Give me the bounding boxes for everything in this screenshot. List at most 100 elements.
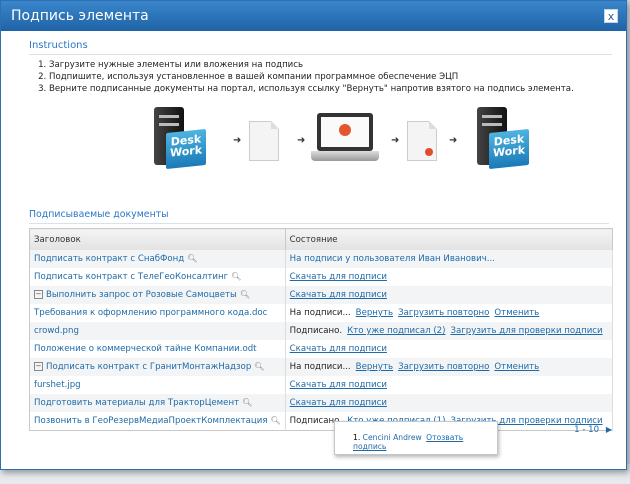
instructions-heading: Instructions: [29, 40, 88, 51]
search-icon[interactable]: 🔍︎: [187, 254, 197, 263]
status-text: На подписи...: [289, 362, 351, 372]
status-cell: Скачать для подписи: [285, 394, 613, 412]
title-cell: Положение о коммерческой тайне Компании.…: [29, 340, 286, 358]
collapse-icon[interactable]: −: [34, 362, 43, 371]
laptop-icon: [311, 113, 379, 169]
arrow-right-icon: ➜: [391, 135, 400, 146]
item-title-link[interactable]: Подписать контракт с СнабФонд: [34, 254, 184, 264]
instructions-list: Загрузите нужные элементы или вложения н…: [29, 59, 612, 95]
status-action-link[interactable]: Скачать для подписи: [290, 290, 387, 300]
status-cell: На подписи... Вернуть Загрузить повторно От…: [285, 358, 613, 376]
table-row: Подготовить материалы для ТракторЦемент 🔍…: [29, 394, 613, 412]
search-icon[interactable]: 🔍︎: [231, 272, 241, 281]
dialog-titlebar: Подпись элемента x: [1, 1, 626, 31]
signer-name[interactable]: Cencini Andrew: [363, 433, 422, 442]
pager: 1 - 10 ▶: [574, 425, 612, 435]
table-row: Позвонить в ГеоРезервМедиаПроектКомплект…: [29, 412, 613, 431]
search-icon[interactable]: 🔍︎: [242, 398, 252, 407]
status-action-link[interactable]: Скачать для подписи: [290, 272, 387, 282]
search-icon[interactable]: 🔍︎: [271, 416, 281, 425]
table-row: Положение о коммерческой тайне Компании.…: [29, 340, 613, 358]
status-action-link[interactable]: Вернуть: [356, 362, 393, 372]
status-action-link[interactable]: Кто уже подписал (2): [347, 326, 445, 336]
table-header-row: Заголовок Состояние: [29, 228, 613, 250]
instruction-step: Верните подписанные документы на портал,…: [49, 83, 612, 95]
dialog-content: Instructions Загрузите нужные элементы и…: [1, 40, 626, 431]
status-action-link[interactable]: Скачать для подписи: [290, 344, 387, 354]
item-title-link[interactable]: Подготовить материалы для ТракторЦемент: [34, 398, 239, 408]
document-icon: [249, 121, 279, 161]
instruction-step: Загрузите нужные элементы или вложения н…: [49, 59, 612, 71]
sign-item-dialog: Подпись элемента x Instructions Загрузит…: [0, 0, 627, 470]
table-row: Подписать контракт с ТелеГеоКонсалтинг 🔍︎…: [29, 268, 613, 286]
instruction-step: Подпишите, используя установленное в ваш…: [49, 71, 612, 83]
item-title-link[interactable]: Позвонить в ГеоРезервМедиаПроектКомплект…: [34, 416, 268, 426]
arrow-right-icon: ➜: [233, 135, 242, 146]
title-cell: − Подписать контракт с ГранитМонтажНадзор…: [29, 358, 286, 376]
item-title-link[interactable]: furshet.jpg: [34, 380, 81, 390]
title-cell: Подписать контракт с СнабФонд 🔍︎: [29, 250, 286, 268]
status-cell: Подписано. Кто уже подписал (2) Загрузить …: [285, 322, 613, 340]
title-cell: Требования к оформлению программного код…: [29, 304, 286, 322]
signers-popup: 1. Cencini Andrew Отозвать подпись: [334, 421, 498, 455]
signed-document-icon: [407, 121, 437, 161]
deskwork-server-icon: Desk Work: [144, 105, 206, 179]
item-title-link[interactable]: Выполнить запрос от Розовые Самоцветы: [46, 290, 237, 300]
status-action-link[interactable]: Загрузить повторно: [398, 362, 489, 372]
status-cell: На подписи... Вернуть Загрузить повторно От…: [285, 304, 613, 322]
status-action-link[interactable]: Отменить: [494, 308, 539, 318]
arrow-right-icon: ➜: [449, 135, 458, 146]
table-row: furshet.jpg Скачать для подписи: [29, 376, 613, 394]
documents-table-body: Подписать контракт с СнабФонд 🔍︎ На подпис…: [29, 250, 613, 431]
logo-text: Work: [492, 143, 526, 160]
collapse-icon[interactable]: −: [34, 290, 43, 299]
title-cell: crowd.png: [29, 322, 286, 340]
title-cell: Позвонить в ГеоРезервМедиаПроектКомплект…: [29, 412, 286, 431]
title-cell: furshet.jpg: [29, 376, 286, 394]
table-row: Требования к оформлению программного код…: [29, 304, 613, 322]
status-action-link[interactable]: Скачать для подписи: [290, 380, 387, 390]
item-title-link[interactable]: Подписать контракт с ТелеГеоКонсалтинг: [34, 272, 228, 282]
search-icon[interactable]: 🔍︎: [240, 290, 250, 299]
status-cell: Скачать для подписи: [285, 268, 613, 286]
status-cell: Скачать для подписи: [285, 376, 613, 394]
item-title-link[interactable]: crowd.png: [34, 326, 79, 336]
status-action-link[interactable]: Скачать для подписи: [290, 398, 387, 408]
item-title-link[interactable]: Положение о коммерческой тайне Компании.…: [34, 344, 257, 354]
status-action-link[interactable]: Вернуть: [356, 308, 393, 318]
arrow-right-icon: ➜: [297, 135, 306, 146]
table-row: − Выполнить запрос от Розовые Самоцветы 🔍︎…: [29, 286, 613, 304]
status-cell: Скачать для подписи: [285, 340, 613, 358]
next-page-icon[interactable]: ▶: [606, 425, 612, 434]
logo-text: Work: [169, 143, 203, 160]
search-icon[interactable]: 🔍︎: [254, 362, 264, 371]
table-row: crowd.png Подписано. Кто уже подписал (2) З…: [29, 322, 613, 340]
column-header-title[interactable]: Заголовок: [29, 228, 286, 250]
table-row: − Подписать контракт с ГранитМонтажНадзор…: [29, 358, 613, 376]
signer-number: 1.: [353, 433, 361, 442]
documents-table: Заголовок Состояние Подписать контракт с…: [29, 228, 613, 431]
status-cell: Скачать для подписи: [285, 286, 613, 304]
item-title-link[interactable]: Подписать контракт с ГранитМонтажНадзор: [46, 362, 251, 372]
status-text[interactable]: На подписи у пользователя Иван Иванович.…: [290, 254, 495, 264]
title-cell: − Выполнить запрос от Розовые Самоцветы 🔍︎: [29, 286, 286, 304]
divider: [29, 223, 609, 224]
deskwork-server-icon: Desk Work: [467, 105, 529, 179]
status-text: На подписи...: [289, 308, 351, 318]
signing-flow-illustration: Desk Work ➜ ➜ ➜ ➜ Desk Work: [29, 105, 612, 197]
status-cell: На подписи у пользователя Иван Иванович.…: [285, 250, 613, 268]
divider: [29, 54, 612, 55]
status-action-link[interactable]: Загрузить повторно: [398, 308, 489, 318]
status-text: Подписано.: [289, 326, 343, 336]
table-row: Подписать контракт с СнабФонд 🔍︎ На подпис…: [29, 250, 613, 268]
item-title-link[interactable]: Требования к оформлению программного код…: [34, 308, 267, 318]
status-action-link[interactable]: Загрузить для проверки подписи: [451, 326, 603, 336]
title-cell: Подписать контракт с ТелеГеоКонсалтинг 🔍︎: [29, 268, 286, 286]
close-button[interactable]: x: [604, 9, 618, 23]
documents-heading: Подписываемые документы: [29, 209, 169, 220]
status-action-link[interactable]: Отменить: [494, 362, 539, 372]
title-cell: Подготовить материалы для ТракторЦемент 🔍…: [29, 394, 286, 412]
column-header-status[interactable]: Состояние: [285, 228, 613, 250]
dialog-title: Подпись элемента: [11, 8, 149, 24]
pager-range: 1 - 10: [574, 425, 600, 435]
